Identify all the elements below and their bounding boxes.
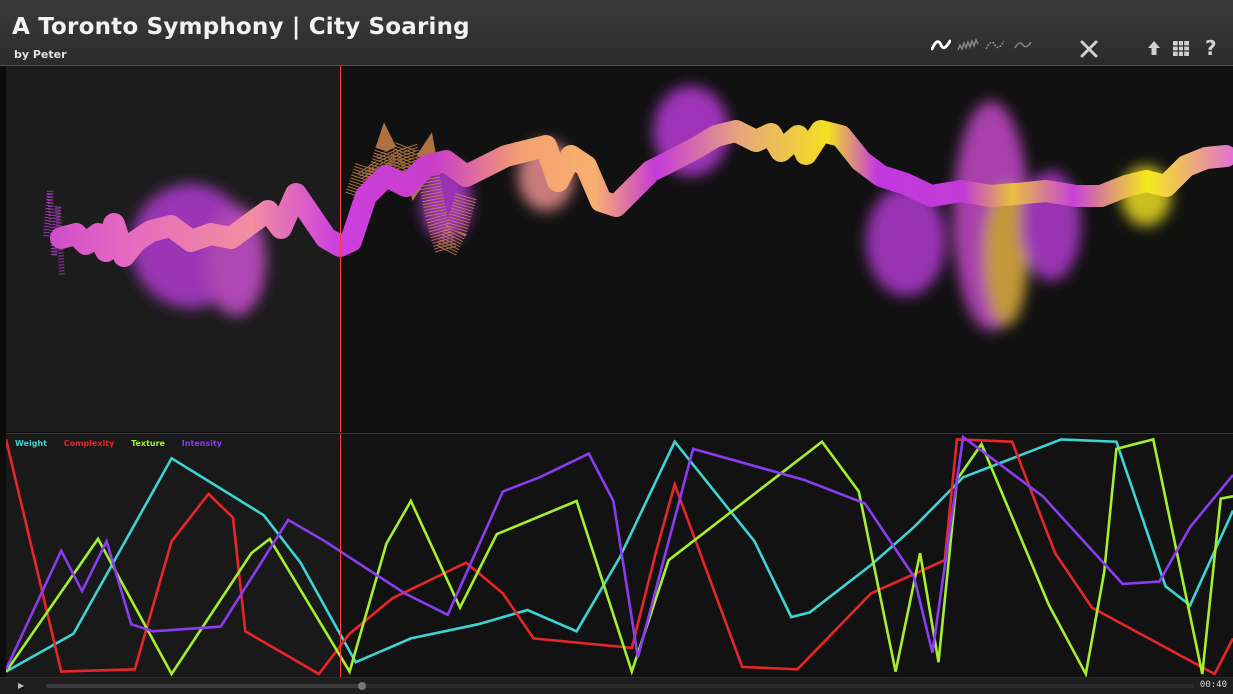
view-complex-icon[interactable] [957,38,979,52]
progress-knob[interactable] [357,682,366,690]
close-icon[interactable] [1080,40,1098,58]
playhead-line [340,66,341,432]
chart-legend: Weight Complexity Texture Intensity [15,439,236,448]
grid-icon[interactable] [1173,41,1189,56]
progress-fill [46,684,362,688]
visualization-canvas [43,86,1233,331]
view-textured-icon[interactable] [985,38,1005,52]
view-smooth-icon[interactable] [931,38,951,52]
progress-track[interactable] [46,682,1194,690]
legend-item-intensity: Intensity [181,439,222,448]
playback-controls: ▶ 00:40 [0,677,1233,694]
page-title: A Toronto Symphony | City Soaring [12,14,470,40]
header-bar: A Toronto Symphony | City Soaring by Pet… [0,0,1233,66]
feature-chart: Weight Complexity Texture Intensity [6,433,1233,678]
legend-item-complexity: Complexity [63,439,115,448]
feature-chart-svg [6,434,1233,678]
page-subtitle: by Peter [14,48,67,61]
upload-icon[interactable] [1147,40,1161,56]
music-visualization[interactable] [6,66,1233,432]
legend-item-texture: Texture [131,439,165,448]
help-button[interactable]: ? [1205,36,1217,60]
chart-playhead-line [340,434,341,678]
time-display: 00:40 [1199,680,1227,690]
view-intense-icon[interactable] [1014,38,1032,52]
legend-item-weight: Weight [15,439,47,448]
play-button[interactable]: ▶ [18,681,24,690]
